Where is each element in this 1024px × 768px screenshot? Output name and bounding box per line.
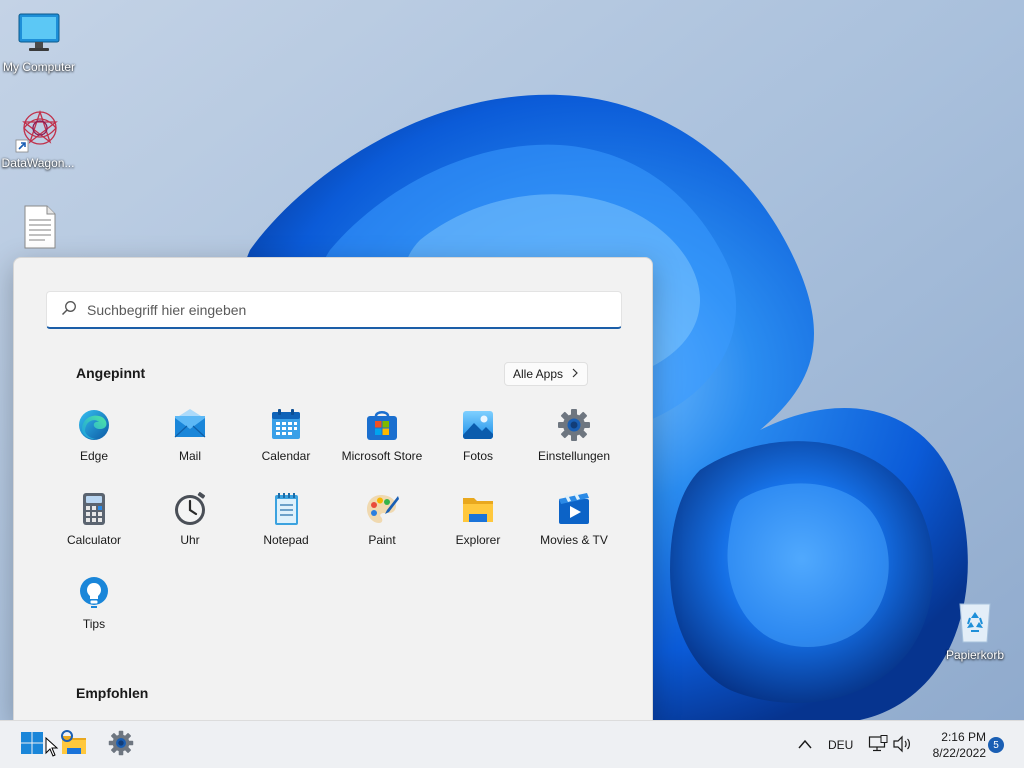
notepad-icon — [269, 492, 303, 526]
pinned-app-uhr[interactable]: Uhr — [142, 488, 238, 572]
pinned-app-einstellungen[interactable]: Einstellungen — [526, 404, 622, 488]
settings-gear-icon — [108, 730, 134, 760]
app-label: Uhr — [180, 533, 200, 547]
app-label: Mail — [178, 449, 201, 463]
movies-play-icon — [557, 492, 591, 526]
pinned-app-microsoft-store[interactable]: Microsoft Store — [334, 404, 430, 488]
pinned-app-tips[interactable]: Tips — [46, 572, 142, 656]
datawagon-shortcut-icon — [14, 106, 62, 154]
app-label: Movies & TV — [540, 533, 608, 547]
pinned-app-fotos[interactable]: Fotos — [430, 404, 526, 488]
desktop-icon-label: Papierkorb — [945, 648, 1005, 662]
desktop-icon-datawagon[interactable]: DataWagon... — [0, 106, 78, 170]
taskbar-file-explorer[interactable] — [54, 725, 94, 765]
desktop-icon-document[interactable] — [0, 204, 79, 254]
app-label: Paint — [368, 533, 396, 547]
desktop-icon-my-computer[interactable]: My Computer — [0, 10, 79, 74]
pinned-app-explorer[interactable]: Explorer — [430, 488, 526, 572]
desktop-icon-label: DataWagon... — [1, 156, 75, 170]
mail-icon — [173, 408, 207, 442]
pinned-section-title: Angepinnt — [76, 365, 146, 381]
store-icon — [365, 408, 399, 442]
app-label: Fotos — [462, 449, 493, 463]
photos-icon — [461, 408, 495, 442]
text-document-icon — [15, 204, 63, 252]
lightbulb-icon — [77, 576, 111, 610]
taskbar-clock[interactable]: 2:16 PM 8/22/2022 — [918, 729, 986, 761]
pinned-app-movies-tv[interactable]: Movies & TV — [526, 488, 622, 572]
app-label: Calculator — [66, 533, 122, 547]
clock-date: 8/22/2022 — [932, 746, 986, 760]
search-icon — [61, 300, 77, 320]
app-label: Notepad — [263, 533, 309, 547]
pinned-app-edge[interactable]: Edge — [46, 404, 142, 488]
folder-icon — [60, 730, 88, 760]
app-label: Explorer — [455, 533, 501, 547]
pinned-app-mail[interactable]: Mail — [142, 404, 238, 488]
search-input[interactable] — [87, 301, 567, 318]
pinned-app-calendar[interactable]: Calendar — [238, 404, 334, 488]
start-search-box[interactable] — [46, 291, 622, 329]
taskbar: DEU 2:16 PM 8/22/2022 5 — [0, 720, 1024, 768]
app-label: Einstellungen — [537, 449, 611, 463]
desktop-icon-label: My Computer — [2, 60, 76, 74]
chevron-right-icon — [571, 367, 579, 381]
notification-count-badge[interactable]: 5 — [988, 737, 1004, 753]
app-label: Edge — [79, 449, 109, 463]
recommended-section-title: Empfohlen — [76, 685, 149, 701]
volume-icon[interactable] — [892, 735, 912, 758]
mouse-cursor-icon — [45, 736, 59, 761]
start-menu: Angepinnt Alle Apps Edge — [13, 257, 653, 720]
network-icon[interactable] — [868, 735, 888, 758]
calculator-icon — [77, 492, 111, 526]
folder-icon — [461, 492, 495, 526]
calendar-icon — [269, 408, 303, 442]
pinned-app-notepad[interactable]: Notepad — [238, 488, 334, 572]
pinned-app-paint[interactable]: Paint — [334, 488, 430, 572]
paint-palette-icon — [365, 492, 399, 526]
recycle-bin-icon — [951, 598, 999, 646]
clock-icon — [173, 492, 207, 526]
input-language-indicator[interactable]: DEU — [828, 738, 853, 752]
app-label: Tips — [82, 617, 106, 631]
edge-icon — [77, 408, 111, 442]
clock-time: 2:16 PM — [941, 730, 986, 744]
desktop-icon-recycle-bin[interactable]: Papierkorb — [935, 598, 1015, 662]
app-label: Microsoft Store — [341, 449, 423, 463]
all-apps-label: Alle Apps — [513, 367, 564, 381]
windows-logo-icon — [20, 731, 44, 759]
pinned-apps-grid: Edge Mail Calendar Microsoft Store Fotos… — [46, 404, 622, 656]
all-apps-button[interactable]: Alle Apps — [504, 362, 589, 386]
taskbar-settings[interactable] — [101, 725, 141, 765]
app-label: Calendar — [261, 449, 311, 463]
settings-gear-icon — [557, 408, 591, 442]
monitor-icon — [15, 10, 63, 58]
pinned-app-calculator[interactable]: Calculator — [46, 488, 142, 572]
show-hidden-icons-chevron-up-icon[interactable] — [797, 737, 813, 755]
